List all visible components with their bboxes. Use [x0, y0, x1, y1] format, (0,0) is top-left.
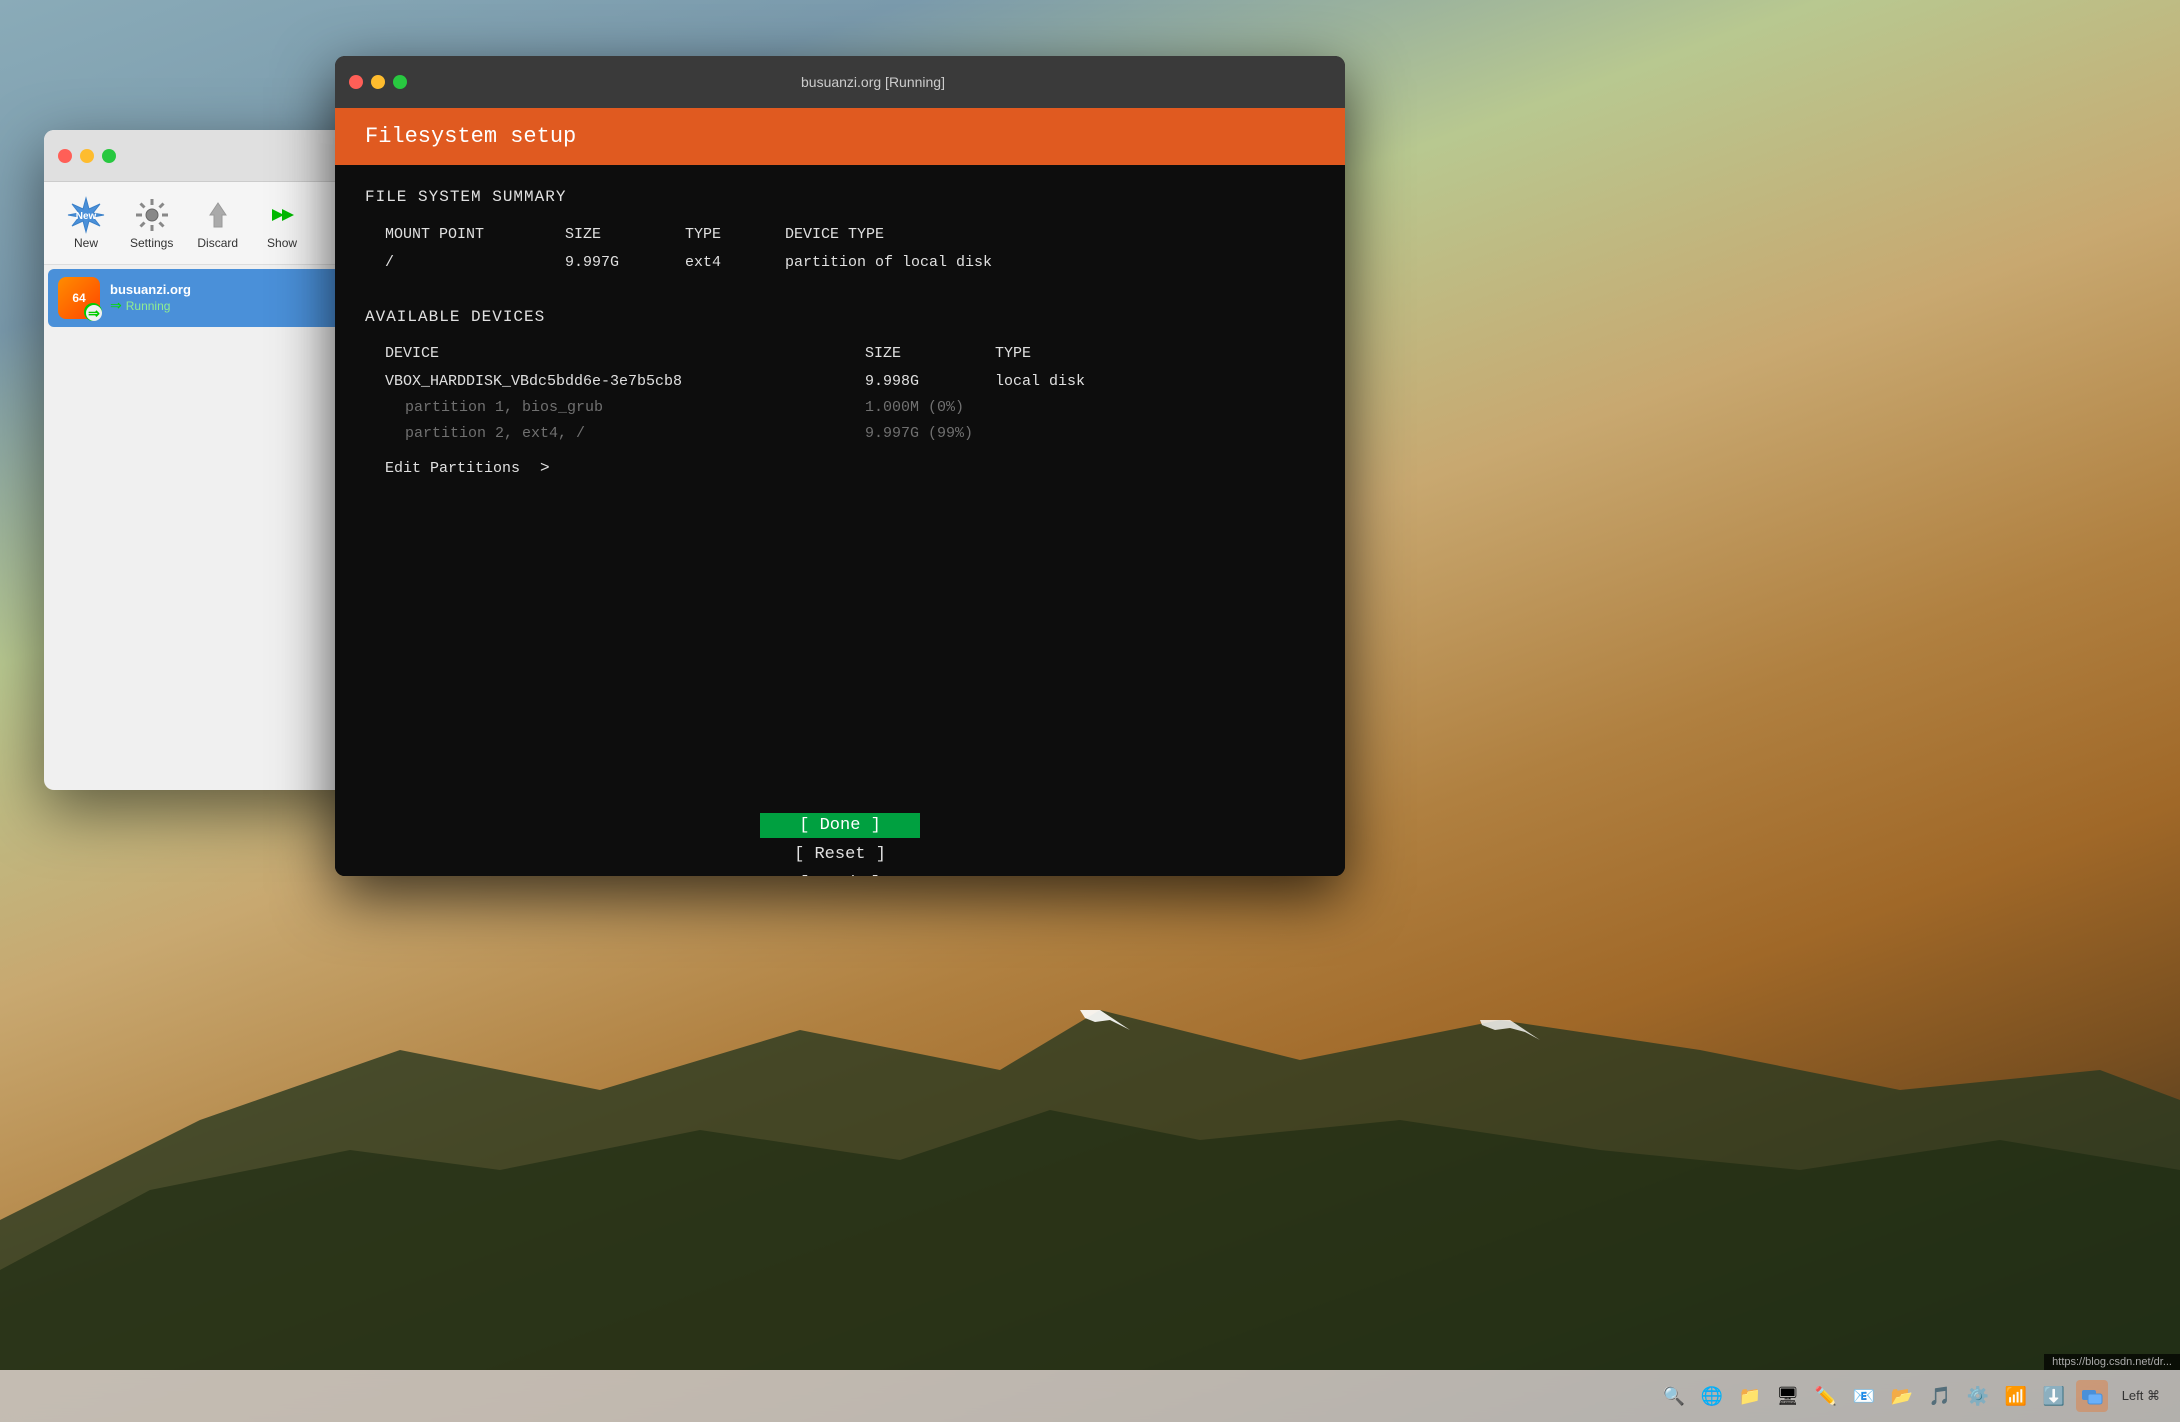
taskbar-icon-1[interactable]: 🔍 [1658, 1380, 1690, 1412]
device-row-part1: partition 1, bios_grub 1.000M (0%) [365, 396, 1315, 420]
taskbar-icon-3[interactable]: 📁 [1734, 1380, 1766, 1412]
fs-table-header: MOUNT POINT SIZE TYPE DEVICE TYPE [365, 223, 1315, 247]
fs-summary-title: FILE SYSTEM SUMMARY [365, 185, 1315, 211]
url-bar: https://blog.csdn.net/dr... [2044, 1354, 2180, 1370]
back-button[interactable]: [ Back ] [760, 871, 920, 876]
device-type-part2 [995, 422, 1315, 446]
vm-list: 64 ➜ busuanzi.org ⇒ Running [44, 265, 379, 331]
taskbar-icon-6[interactable]: 📧 [1848, 1380, 1880, 1412]
installer-header: Filesystem setup [335, 108, 1345, 165]
buttons-area: [ Done ] [ Reset ] [ Back ] [335, 793, 1345, 876]
devices-table-header: DEVICE SIZE TYPE [365, 342, 1315, 366]
device-name-part1: partition 1, bios_grub [365, 396, 865, 420]
device-name-main: VBOX_HARDDISK_VBdc5bdd6e-3e7b5cb8 [365, 370, 865, 394]
new-icon: New [67, 196, 105, 234]
vbox-window: busuanzi.org [Running] Filesystem setup … [335, 56, 1345, 876]
col-header-type: TYPE [685, 223, 785, 247]
edit-partitions-arrow: > [540, 456, 550, 482]
vm-status: ⇒ Running [110, 297, 365, 314]
fs-row-1: / 9.997G ext4 partition of local disk [365, 251, 1315, 275]
vbox-close-button[interactable] [349, 75, 363, 89]
svg-text:New: New [76, 211, 97, 222]
edit-partitions-label: Edit Partitions [385, 457, 520, 481]
terminal-area: FILE SYSTEM SUMMARY MOUNT POINT SIZE TYP… [335, 165, 1345, 876]
toolbar-new-button[interactable]: New New [56, 190, 116, 256]
taskbar-icon-7[interactable]: 📂 [1886, 1380, 1918, 1412]
device-size-part2: 9.997G (99%) [865, 422, 995, 446]
vbox-titlebar: busuanzi.org [Running] [335, 56, 1345, 108]
taskbar-icon-5[interactable]: ✏️ [1810, 1380, 1842, 1412]
toolbar-settings-button[interactable]: Settings [120, 190, 183, 256]
minimize-button[interactable] [80, 149, 94, 163]
vbox-title: busuanzi.org [Running] [415, 74, 1331, 90]
device-row-part2: partition 2, ext4, / 9.997G (99%) [365, 422, 1315, 446]
fs-size-root: 9.997G [565, 251, 685, 275]
taskbar-icon-11[interactable]: ⬇️ [2038, 1380, 2070, 1412]
terminal-content: FILE SYSTEM SUMMARY MOUNT POINT SIZE TYP… [335, 165, 1345, 793]
vbox-min-button[interactable] [371, 75, 385, 89]
installer-title: Filesystem setup [365, 124, 576, 149]
mac-titlebar [44, 130, 379, 182]
show-label: Show [267, 236, 297, 250]
close-button[interactable] [58, 149, 72, 163]
device-type-main: local disk [995, 370, 1315, 394]
col-header-type2: TYPE [995, 342, 1315, 366]
vm-info: busuanzi.org ⇒ Running [110, 282, 365, 314]
col-header-size2: SIZE [865, 342, 995, 366]
col-header-device-name: DEVICE [365, 342, 865, 366]
taskbar-right-text: Left ⌘ [2122, 1388, 2160, 1404]
mac-toolbar: New New [44, 182, 379, 265]
mac-window: New New [44, 130, 379, 790]
device-type-part1 [995, 396, 1315, 420]
col-header-device: DEVICE TYPE [785, 223, 1315, 247]
mac-taskbar: 🔍 🌐 📁 🖥 ✏️ 📧 📂 🎵 ⚙️ 📶 ⬇️ Left ⌘ [0, 1370, 2180, 1422]
discard-label: Discard [197, 236, 238, 250]
device-row-main: VBOX_HARDDISK_VBdc5bdd6e-3e7b5cb8 9.998G… [365, 370, 1315, 394]
vm-name: busuanzi.org [110, 282, 365, 297]
url-text: https://blog.csdn.net/dr... [2052, 1356, 2172, 1368]
done-button[interactable]: [ Done ] [760, 813, 920, 838]
vbox-max-button[interactable] [393, 75, 407, 89]
device-size-main: 9.998G [865, 370, 995, 394]
settings-label: Settings [130, 236, 173, 250]
taskbar-icon-10[interactable]: 📶 [2000, 1380, 2032, 1412]
device-name-part2: partition 2, ext4, / [365, 422, 865, 446]
available-devices-section: AVAILABLE DEVICES DEVICE SIZE TYPE VBOX_… [365, 305, 1315, 482]
fs-device-root: partition of local disk [785, 251, 1315, 275]
taskbar-icon-8[interactable]: 🎵 [1924, 1380, 1956, 1412]
edit-partitions-row[interactable]: Edit Partitions > [365, 456, 1315, 482]
taskbar-icon-vm[interactable] [2076, 1380, 2108, 1412]
show-icon [263, 196, 301, 234]
taskbar-icon-9[interactable]: ⚙️ [1962, 1380, 1994, 1412]
taskbar-icon-4[interactable]: 🖥 [1772, 1380, 1804, 1412]
available-devices-title: AVAILABLE DEVICES [365, 305, 1315, 331]
reset-button[interactable]: [ Reset ] [760, 842, 920, 867]
settings-icon [133, 196, 171, 234]
toolbar-discard-button[interactable]: Discard [187, 190, 248, 256]
col-header-size: SIZE [565, 223, 685, 247]
toolbar-show-button[interactable]: Show [252, 190, 312, 256]
taskbar-icon-2[interactable]: 🌐 [1696, 1380, 1728, 1412]
vm-item-busuanzi[interactable]: 64 ➜ busuanzi.org ⇒ Running [48, 269, 375, 327]
col-header-mount: MOUNT POINT [365, 223, 565, 247]
device-size-part1: 1.000M (0%) [865, 396, 995, 420]
vm-icon: 64 ➜ [58, 277, 100, 319]
fs-type-root: ext4 [685, 251, 785, 275]
mount-point-root: / [365, 251, 565, 275]
maximize-button[interactable] [102, 149, 116, 163]
new-label: New [74, 236, 98, 250]
discard-icon [199, 196, 237, 234]
